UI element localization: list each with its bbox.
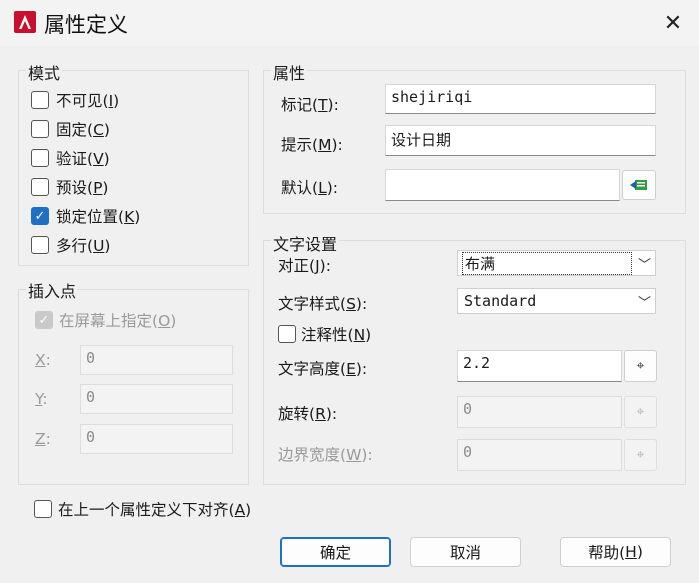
crosshair-icon: ⌖ [636, 404, 645, 420]
annotative-option[interactable]: 注释性(N) [278, 323, 371, 345]
tag-field[interactable]: shejiriqi [385, 84, 656, 114]
mode-legend: 模式 [26, 60, 63, 84]
border-width-field[interactable]: 0 [457, 439, 622, 471]
mode-item-constant[interactable]: 固定(C) [31, 118, 110, 140]
mode-item-lock-position[interactable]: ✓ 锁定位置(K) [31, 205, 140, 227]
align-below-option[interactable]: 在上一个属性定义下对齐(A) [34, 498, 251, 520]
mode-item-verify[interactable]: 验证(V) [31, 147, 110, 169]
preset-checkbox[interactable] [31, 178, 49, 196]
invisible-checkbox[interactable] [31, 91, 49, 109]
ok-button[interactable]: 确定 [280, 537, 391, 567]
prompt-label: 提示(M): [281, 136, 343, 154]
specify-onscreen-checkbox[interactable]: ✓ [35, 311, 53, 329]
crosshair-icon: ⌖ [636, 358, 645, 374]
border-width-pick-button[interactable]: ⌖ [624, 439, 657, 471]
rotation-label: 旋转(R): [278, 405, 338, 423]
crosshair-icon: ⌖ [636, 447, 645, 463]
text-settings-legend: 文字设置 [271, 231, 340, 255]
justify-dropdown[interactable]: 布满 ﹀ [457, 250, 656, 276]
attribute-legend: 属性 [271, 60, 308, 84]
text-height-field[interactable]: 2.2 [457, 350, 622, 382]
tag-label: 标记(T): [281, 96, 339, 114]
prompt-field[interactable]: 设计日期 [385, 125, 656, 156]
close-icon[interactable]: ✕ [658, 8, 688, 38]
dialog-title: 属性定义 [44, 13, 128, 37]
insert-field-button[interactable] [622, 170, 656, 200]
cancel-button[interactable]: 取消 [410, 537, 521, 567]
chevron-down-icon: ﹀ [637, 257, 651, 273]
mode-item-preset[interactable]: 预设(P) [31, 176, 108, 198]
z-label: Z: [35, 430, 51, 448]
y-label: Y: [35, 390, 48, 408]
border-width-label: 边界宽度(W): [278, 446, 373, 464]
chevron-down-icon: ﹀ [637, 295, 651, 311]
verify-checkbox[interactable] [31, 149, 49, 167]
default-label: 默认(L): [281, 179, 338, 197]
rotation-field[interactable]: 0 [457, 396, 622, 428]
text-style-dropdown[interactable]: Standard ﹀ [457, 288, 656, 314]
y-field[interactable]: 0 [80, 384, 233, 414]
text-height-pick-button[interactable]: ⌖ [624, 350, 657, 382]
x-label: X: [35, 351, 51, 369]
lock-position-checkbox[interactable]: ✓ [31, 207, 49, 225]
align-below-checkbox[interactable] [34, 500, 52, 518]
rotation-pick-button[interactable]: ⌖ [624, 396, 657, 428]
specify-onscreen-option[interactable]: ✓ 在屏幕上指定(O) [35, 309, 176, 331]
insertion-point-legend: 插入点 [26, 278, 79, 302]
help-button[interactable]: 帮助(H) [560, 537, 671, 567]
mode-item-multiline[interactable]: 多行(U) [31, 234, 110, 256]
constant-checkbox[interactable] [31, 120, 49, 138]
z-field[interactable]: 0 [80, 424, 233, 454]
multiline-checkbox[interactable] [31, 236, 49, 254]
x-field[interactable]: 0 [80, 345, 233, 375]
autocad-logo-icon [14, 11, 36, 33]
text-style-label: 文字样式(S): [278, 295, 368, 313]
text-height-label: 文字高度(E): [278, 360, 368, 378]
insert-field-icon [630, 180, 647, 190]
justify-label: 对正(J): [278, 257, 331, 275]
annotative-checkbox[interactable] [278, 325, 296, 343]
default-field[interactable] [385, 169, 620, 201]
mode-item-invisible[interactable]: 不可见(I) [31, 89, 119, 111]
